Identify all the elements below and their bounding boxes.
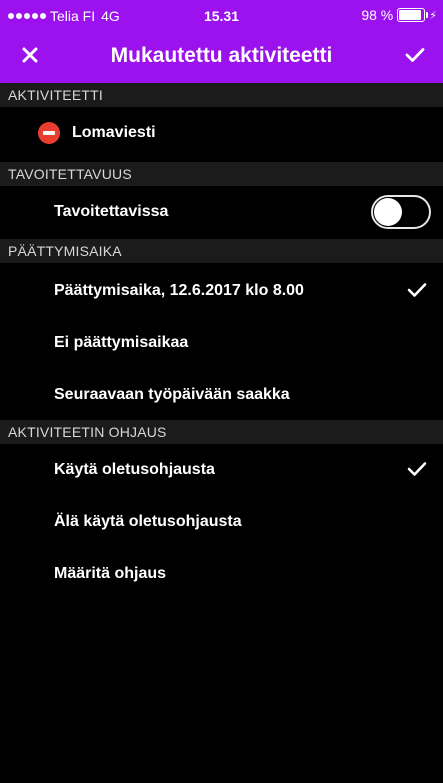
activity-item[interactable]: Lomaviesti (0, 107, 443, 159)
end-time-option-label: Päättymisaika, 12.6.2017 klo 8.00 (54, 282, 304, 299)
section-header-routing: AKTIVITEETIN OHJAUS (0, 420, 443, 444)
end-time-option[interactable]: Päättymisaika, 12.6.2017 klo 8.00 (0, 265, 443, 317)
status-right: 98 % ⚡ (361, 7, 437, 23)
top-bar: Telia FI 4G 15.31 98 % ⚡ Mukautettu akti… (0, 0, 443, 83)
end-time-option[interactable]: Ei päättymisaikaa (0, 317, 443, 369)
charging-icon: ⚡ (429, 9, 437, 22)
section-header-end-time: PÄÄTTYMISAIKA (0, 239, 443, 263)
reachability-label: Tavoitettavissa (54, 203, 169, 220)
no-entry-icon (38, 122, 60, 144)
section-header-reachability: TAVOITETTAVUUS (0, 162, 443, 186)
section-header-activity: AKTIVITEETTI (0, 83, 443, 107)
reachability-row: Tavoitettavissa (0, 186, 443, 238)
end-time-option[interactable]: Seuraavaan työpäivään saakka (0, 369, 443, 421)
status-bar: Telia FI 4G 15.31 98 % ⚡ (0, 0, 443, 28)
checkmark-icon (407, 283, 427, 297)
routing-option-label: Älä käytä oletusohjausta (54, 513, 242, 530)
checkmark-icon (407, 462, 427, 476)
navigation-bar: Mukautettu aktiviteetti (0, 28, 443, 83)
reachability-toggle[interactable] (371, 195, 431, 229)
routing-option[interactable]: Määritä ohjaus (0, 548, 443, 600)
battery-percent: 98 % (361, 7, 394, 23)
battery-icon (397, 8, 429, 22)
end-time-option-label: Seuraavaan työpäivään saakka (54, 386, 290, 403)
routing-option[interactable]: Käytä oletusohjausta (0, 444, 443, 496)
close-button[interactable] (10, 35, 50, 75)
page-title: Mukautettu aktiviteetti (110, 44, 333, 67)
routing-option-label: Käytä oletusohjausta (54, 461, 215, 478)
close-icon (22, 47, 38, 63)
toggle-knob (374, 198, 402, 226)
activity-label: Lomaviesti (72, 124, 156, 141)
end-time-option-label: Ei päättymisaikaa (54, 334, 189, 351)
checkmark-icon (405, 48, 425, 62)
routing-option-label: Määritä ohjaus (54, 565, 167, 582)
routing-option[interactable]: Älä käytä oletusohjausta (0, 496, 443, 548)
done-button[interactable] (395, 35, 435, 75)
